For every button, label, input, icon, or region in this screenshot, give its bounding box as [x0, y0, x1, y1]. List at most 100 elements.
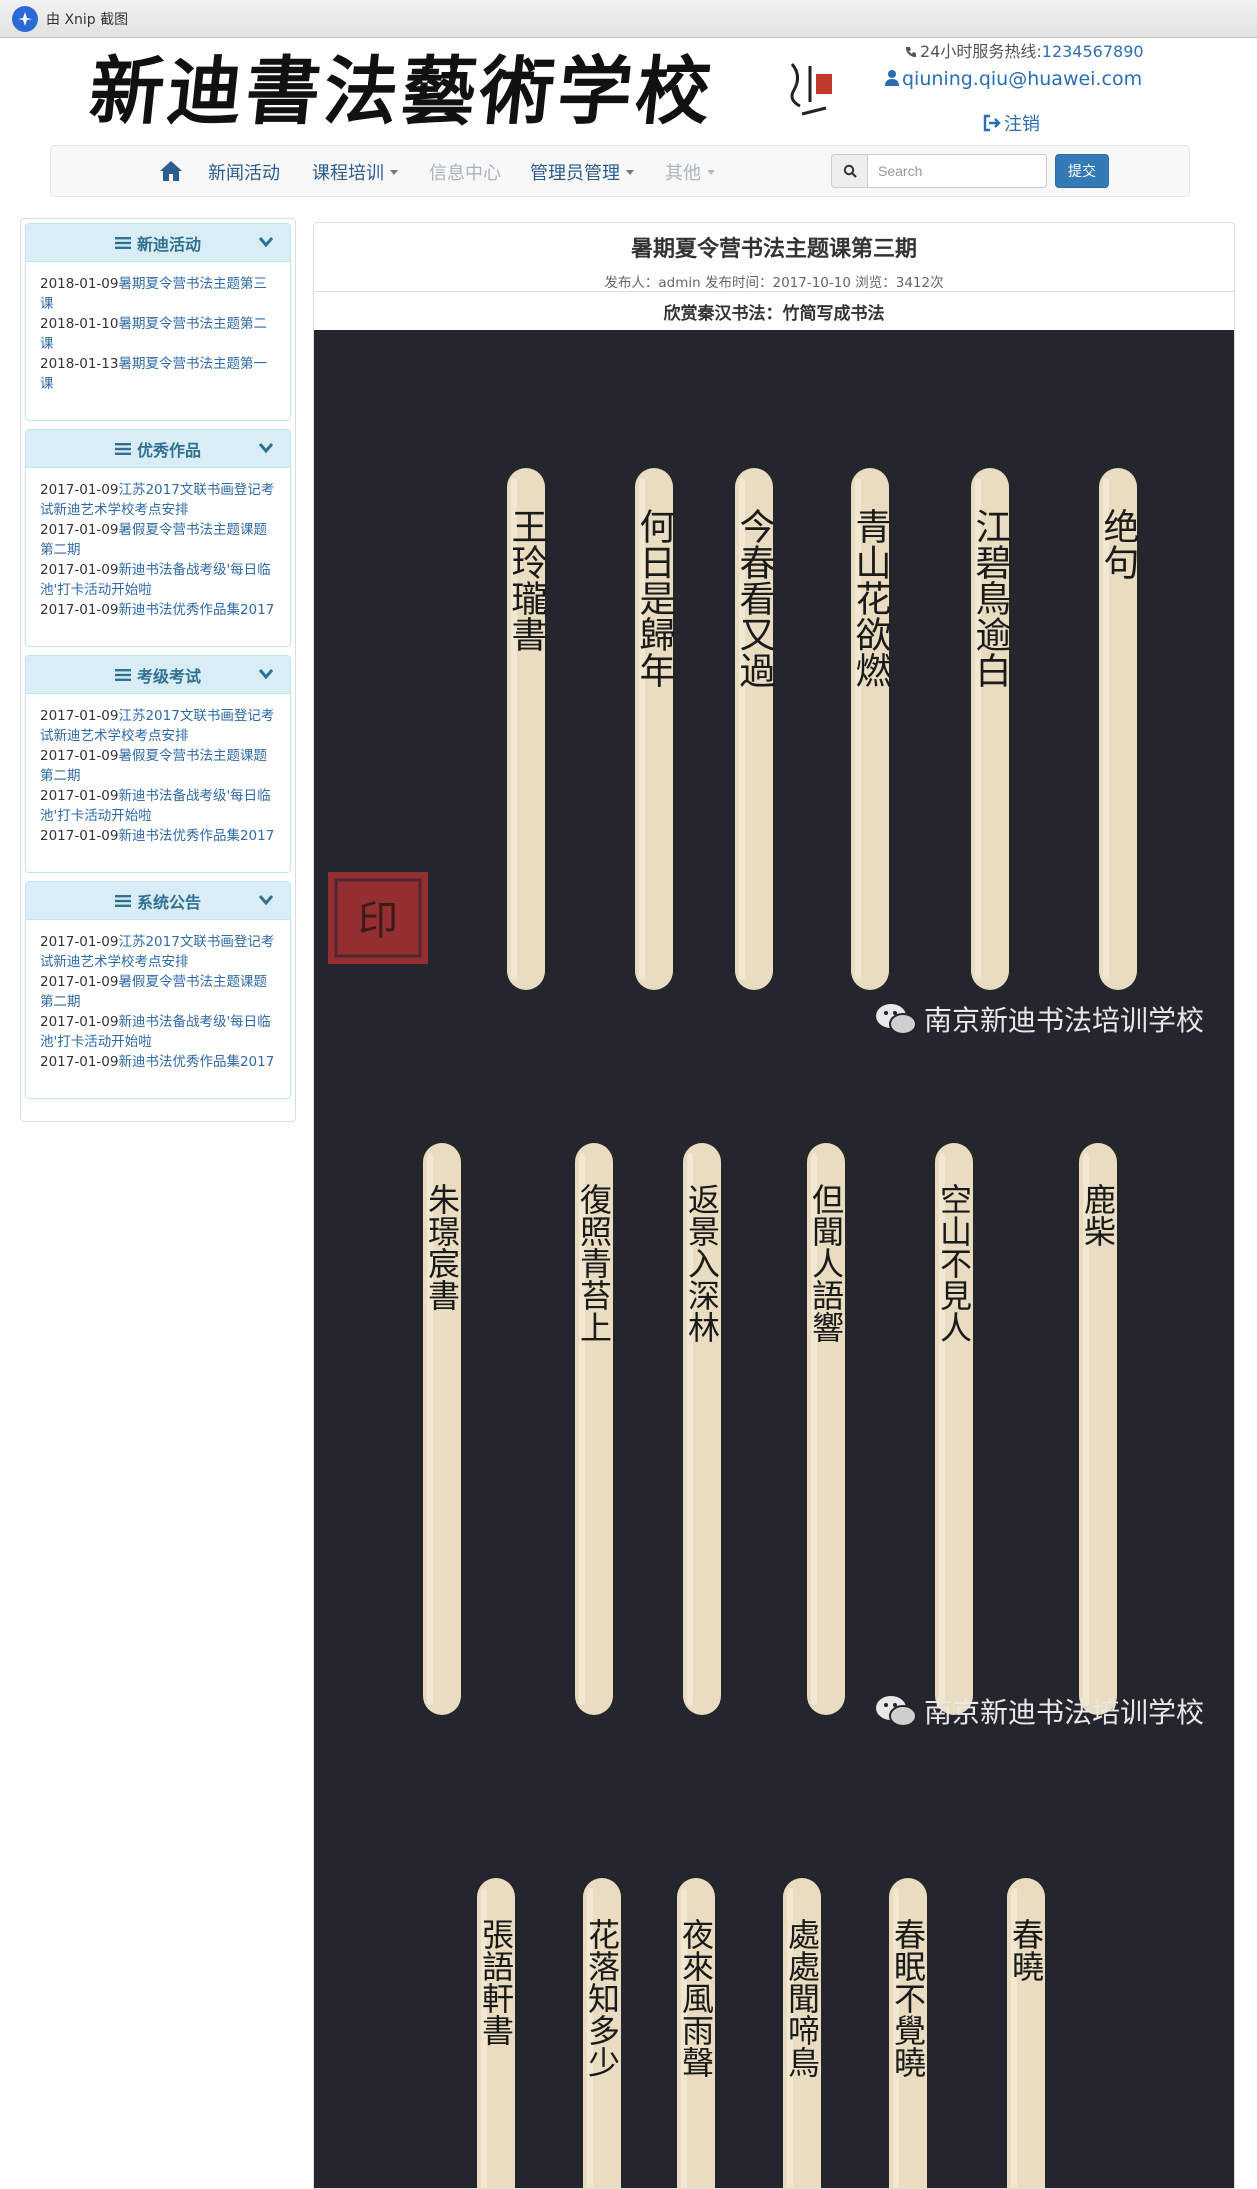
slip-text: 王玲瓏書 [506, 508, 547, 652]
sidebar: 新迪活动 2018-01-09暑期夏令营书法主题第三课 2018-01-10暑期… [20, 218, 296, 1122]
item-date: 2017-01-09 [40, 482, 119, 498]
bamboo-slip: 何日是歸年 [634, 468, 675, 990]
panel-body: 2018-01-09暑期夏令营书法主题第三课 2018-01-10暑期夏令营书法… [26, 262, 290, 404]
panel-heading[interactable]: 系统公告 [26, 882, 290, 920]
item-date: 2017-01-09 [40, 708, 119, 724]
item-date: 2017-01-09 [40, 828, 119, 844]
user-email-link[interactable]: qiuning.qiu@huawei.com [884, 68, 1142, 90]
item-link[interactable]: 新迪书法优秀作品集2017 [118, 602, 274, 618]
list-item[interactable]: 2017-01-09新迪书法优秀作品集2017 [40, 826, 276, 846]
list-item[interactable]: 2017-01-09暑假夏令营书法主题课题第二期 [40, 520, 276, 560]
list-item[interactable]: 2018-01-13暑期夏令营书法主题第一课 [40, 354, 276, 394]
logout-label: 注销 [1004, 114, 1040, 135]
caret-down-icon [390, 170, 398, 175]
calligraphy-photo-3: 張語軒書 花落知多少 夜來風雨聲 處處聞啼鳥 春眠不覺曉 春曉 [314, 1753, 1234, 2188]
xnip-app-icon [12, 5, 38, 32]
panel-heading[interactable]: 新迪活动 [26, 224, 290, 262]
phone-icon [906, 47, 916, 57]
panel-title: 考级考试 [136, 666, 201, 686]
slip-text: 張語軒書 [477, 1918, 515, 2046]
chevron-down-icon[interactable] [258, 668, 274, 680]
chevron-down-icon[interactable] [258, 442, 274, 454]
item-link[interactable]: 新迪书法优秀作品集2017 [118, 828, 274, 844]
bamboo-slip: 但聞人語響 [807, 1143, 845, 1715]
hotline-number[interactable]: 1234567890 [1042, 42, 1144, 61]
list-item[interactable]: 2017-01-09新迪书法备战考级'每日临池'打卡活动开始啦 [40, 786, 276, 826]
panel-excellent-works: 优秀作品 2017-01-09江苏2017文联书画登记考试新迪艺术学校考点安排 … [25, 429, 291, 647]
wechat-icon [875, 1004, 917, 1035]
seal-text: 印 [358, 898, 398, 944]
list-item[interactable]: 2017-01-09新迪书法备战考级'每日临池'打卡活动开始啦 [40, 560, 276, 600]
calligraphy-photo-2: 朱璟宸書 復照青苔上 返景入深林 但聞人語響 空山不見人 鹿柴 南京新迪书法培训学校 [314, 1065, 1234, 1753]
item-date: 2017-01-09 [40, 788, 119, 804]
item-date: 2018-01-13 [40, 356, 119, 372]
bamboo-slip: 绝句 [1098, 468, 1139, 990]
nav-other[interactable]: 其他 [665, 159, 715, 185]
logout-icon [983, 114, 1001, 132]
user-icon [885, 70, 899, 86]
panel-grade-exams: 考级考试 2017-01-09江苏2017文联书画登记考试新迪艺术学校考点安排 … [25, 655, 291, 873]
logout-link[interactable]: 注销 [982, 110, 1040, 136]
watermark-text: 南京新迪书法培训学校 [923, 1696, 1204, 1729]
list-item[interactable]: 2017-01-09新迪书法优秀作品集2017 [40, 600, 276, 620]
bamboo-slips-image: 王玲瓏書 何日是歸年 今春看又過 青山花欲燃 江碧鳥逾白 绝句印 [314, 330, 1234, 1065]
nav-courses-label: 课程培训 [312, 163, 384, 184]
search-group [831, 154, 1047, 188]
panel-heading[interactable]: 考级考试 [26, 656, 290, 694]
nav-other-label: 其他 [665, 163, 701, 184]
list-item[interactable]: 2017-01-09暑假夏令营书法主题课题第二期 [40, 746, 276, 786]
panel-title: 系统公告 [136, 892, 201, 912]
chevron-down-icon[interactable] [258, 236, 274, 248]
wechat-icon [875, 1696, 917, 1727]
slip-text: 鹿柴 [1079, 1183, 1117, 1247]
nav-courses[interactable]: 课程培训 [312, 159, 398, 185]
window-titlebar: 由 Xnip 截图 [0, 0, 1257, 38]
bamboo-slip: 花落知多少 [583, 1878, 621, 2188]
nav-info-center[interactable]: 信息中心 [429, 159, 501, 185]
slip-text: 但聞人語響 [807, 1183, 845, 1343]
list-item[interactable]: 2017-01-09暑假夏令营书法主题课题第二期 [40, 972, 276, 1012]
list-icon [114, 236, 131, 249]
window-title: 由 Xnip 截图 [46, 11, 129, 28]
chevron-down-icon[interactable] [258, 894, 274, 906]
item-date: 2017-01-09 [40, 934, 119, 950]
list-item[interactable]: 2018-01-10暑期夏令营书法主题第二课 [40, 314, 276, 354]
list-icon [114, 668, 131, 681]
list-item[interactable]: 2017-01-09新迪书法优秀作品集2017 [40, 1052, 276, 1072]
user-email: qiuning.qiu@huawei.com [902, 68, 1143, 90]
search-input[interactable] [867, 154, 1047, 188]
bamboo-slips-image: 朱璟宸書 復照青苔上 返景入深林 但聞人語響 空山不見人 鹿柴 [314, 1065, 1234, 1753]
item-link[interactable]: 新迪书法优秀作品集2017 [118, 1054, 274, 1070]
list-item[interactable]: 2017-01-09江苏2017文联书画登记考试新迪艺术学校考点安排 [40, 706, 276, 746]
item-date: 2017-01-09 [40, 1054, 119, 1070]
slip-text: 復照青苔上 [575, 1183, 613, 1343]
school-logo[interactable]: 新迪書法藝術学校 [85, 46, 850, 138]
nav-admin-label: 管理员管理 [530, 163, 620, 184]
list-item[interactable]: 2018-01-09暑期夏令营书法主题第三课 [40, 274, 276, 314]
watermark-text: 南京新迪书法培训学校 [923, 1004, 1204, 1037]
slip-text: 朱璟宸書 [423, 1183, 461, 1311]
panel-announcements: 系统公告 2017-01-09江苏2017文联书画登记考试新迪艺术学校考点安排 … [25, 881, 291, 1099]
nav-admin[interactable]: 管理员管理 [530, 159, 634, 185]
bamboo-slip: 空山不見人 [935, 1143, 973, 1715]
article-title: 暑期夏令营书法主题课第三期 [630, 237, 917, 262]
article-panel: 暑期夏令营书法主题课第三期 发布人：admin 发布时间：2017-10-10 … [313, 222, 1235, 2189]
panel-body: 2017-01-09江苏2017文联书画登记考试新迪艺术学校考点安排 2017-… [26, 920, 290, 1082]
logo-text: 新迪書法藝術学校 [85, 49, 719, 135]
nav-news[interactable]: 新闻活动 [208, 159, 280, 185]
divider [314, 291, 1234, 292]
list-item[interactable]: 2017-01-09江苏2017文联书画登记考试新迪艺术学校考点安排 [40, 480, 276, 520]
item-date: 2018-01-09 [40, 276, 119, 292]
slip-text: 空山不見人 [935, 1183, 973, 1343]
hotline-label: 24小时服务热线: [920, 42, 1042, 61]
slip-text: 青山花欲燃 [850, 508, 892, 688]
list-item[interactable]: 2017-01-09江苏2017文联书画登记考试新迪艺术学校考点安排 [40, 932, 276, 972]
list-item[interactable]: 2017-01-09新迪书法备战考级'每日临池'打卡活动开始啦 [40, 1012, 276, 1052]
home-icon[interactable] [159, 160, 183, 182]
panel-heading[interactable]: 优秀作品 [26, 430, 290, 468]
item-date: 2017-01-09 [40, 602, 119, 618]
search-submit-button[interactable]: 提交 [1055, 154, 1109, 188]
red-seal-stamp: 印 [328, 872, 428, 964]
bamboo-slip: 江碧鳥逾白 [970, 468, 1011, 990]
slip-text: 何日是歸年 [634, 508, 675, 688]
